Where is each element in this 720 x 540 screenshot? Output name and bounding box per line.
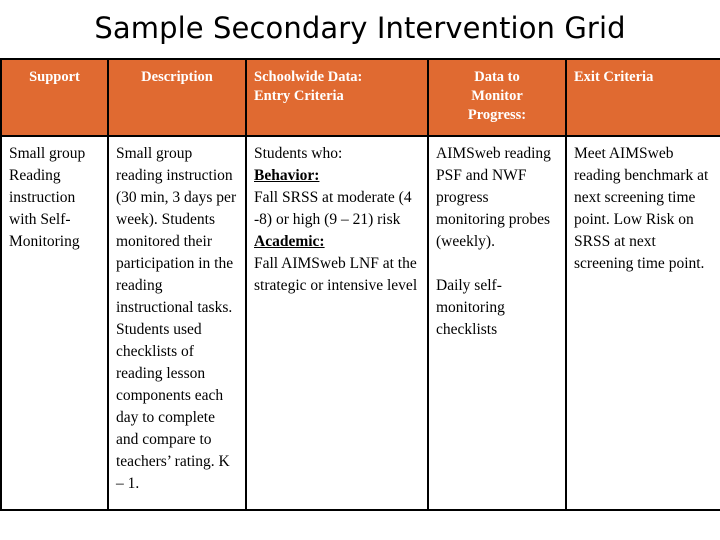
column-header-entry-criteria-label: Schoolwide Data: Entry Criteria — [247, 60, 427, 106]
entry-header-line-2: Entry Criteria — [254, 88, 344, 104]
column-header-description-label: Description — [141, 69, 213, 85]
monitor-part-1: AIMSweb reading PSF and NWF progress mon… — [436, 145, 551, 250]
cell-exit-criteria: Meet AIMSweb reading benchmark at next s… — [565, 136, 720, 510]
monitor-header-line-3: Progress: — [467, 107, 527, 123]
cell-description: Small group reading instruction (30 min,… — [107, 136, 247, 510]
cell-monitor-progress-text: AIMSweb reading PSF and NWF progress mon… — [429, 137, 565, 345]
monitor-part-2: Daily self-monitoring checklists — [436, 277, 505, 338]
entry-behavior-label: Behavior: — [254, 167, 320, 184]
table-row: Small group Reading instruction with Sel… — [0, 136, 720, 510]
monitor-header-line-2: Monitor — [471, 88, 523, 104]
cell-entry-criteria: Students who: Behavior: Fall SRSS at mod… — [245, 136, 429, 510]
cell-entry-criteria-text: Students who: Behavior: Fall SRSS at mod… — [247, 137, 427, 301]
intervention-grid-wrapper: Support Description Schoolwide Data: Ent… — [0, 58, 720, 511]
entry-academic-label: Academic: — [254, 233, 325, 250]
monitor-header-line-1: Data to — [474, 69, 520, 85]
column-header-exit-criteria-label: Exit Criteria — [574, 69, 654, 85]
cell-support-text: Small group Reading instruction with Sel… — [9, 145, 86, 250]
cell-description-text: Small group reading instruction (30 min,… — [116, 145, 237, 492]
intervention-grid-table: Support Description Schoolwide Data: Ent… — [0, 58, 720, 511]
column-header-monitor-progress: Data to Monitor Progress: — [427, 59, 567, 137]
column-header-support-label: Support — [29, 69, 80, 85]
monitor-spacer — [436, 253, 558, 275]
cell-monitor-progress: AIMSweb reading PSF and NWF progress mon… — [427, 136, 567, 510]
entry-academic-text: Fall AIMSweb LNF at the strategic or int… — [254, 255, 418, 294]
column-header-description: Description — [107, 59, 247, 137]
cell-exit-criteria-text: Meet AIMSweb reading benchmark at next s… — [574, 145, 709, 272]
cell-support: Small group Reading instruction with Sel… — [0, 136, 109, 510]
column-header-entry-criteria: Schoolwide Data: Entry Criteria — [245, 59, 429, 137]
entry-intro: Students who: — [254, 145, 343, 162]
table-header-row: Support Description Schoolwide Data: Ent… — [0, 59, 720, 137]
column-header-support: Support — [0, 59, 109, 137]
slide-page: Sample Secondary Intervention Grid Suppo… — [0, 0, 720, 540]
entry-behavior-text: Fall SRSS at moderate (4 -8) or high (9 … — [254, 189, 412, 228]
column-header-exit-criteria: Exit Criteria — [565, 59, 720, 137]
page-title: Sample Secondary Intervention Grid — [94, 11, 626, 45]
column-header-monitor-progress-label: Data to Monitor Progress: — [429, 60, 565, 125]
entry-header-line-1: Schoolwide Data: — [254, 69, 363, 85]
